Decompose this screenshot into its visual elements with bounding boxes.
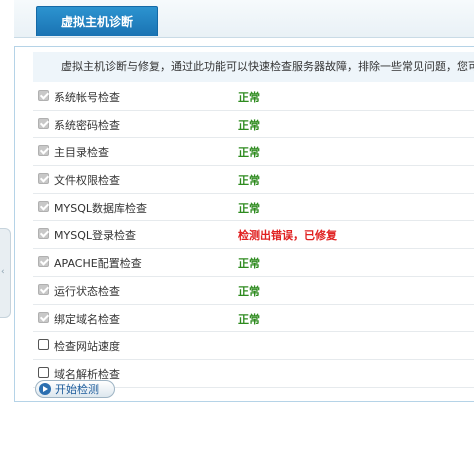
tab-title-label: 虚拟主机诊断 [60,15,133,29]
description-text: 虚拟主机诊断与修复，通过此功能可以快速检查服务器故障，排除一些常见问题，您可 [33,52,474,82]
check-row: APACHE配置检查 正常 [33,249,474,277]
check-label: 文件权限检查 [54,174,120,188]
check-label: 检查网站速度 [54,340,120,354]
chevron-left-icon: ‹ [1,267,5,277]
check-status: 正常 [238,174,260,188]
check-label: 系统密码检查 [54,118,120,132]
check-list: 系统帐号检查 正常 系统密码检查 正常 主目录检查 正常 文件权限检查 正常 M… [33,83,474,388]
check-row: 检查网站速度 [33,332,474,360]
check-label: MYSQL数据库检查 [54,201,147,215]
check-label: 绑定域名检查 [54,312,120,326]
check-row: MYSQL数据库检查 正常 [33,194,474,222]
check-status: 正常 [238,312,260,326]
check-row: 系统帐号检查 正常 [33,83,474,111]
check-checkbox[interactable] [38,117,49,129]
check-label: 主目录检查 [54,146,109,160]
check-status: 检测出错误，已修复 [238,229,337,243]
check-row: 主目录检查 正常 [33,138,474,167]
check-row: 运行状态检查 正常 [33,277,474,305]
check-checkbox[interactable] [38,200,49,212]
check-checkbox[interactable] [38,283,49,295]
side-collapse-tab[interactable]: ‹ [0,228,11,318]
diagnosis-panel: 虚拟主机诊断与修复，通过此功能可以快速检查服务器故障，排除一些常见问题，您可 系… [14,46,474,402]
check-status: 正常 [238,146,260,160]
check-checkbox[interactable] [38,173,49,185]
check-label: 运行状态检查 [54,284,120,298]
check-row: 绑定域名检查 正常 [33,305,474,333]
start-check-label: 开始检测 [55,383,99,396]
check-row: 系统密码检查 正常 [33,111,474,139]
check-status: 正常 [238,91,260,104]
tab-host-diagnosis[interactable]: 虚拟主机诊断 [36,6,158,36]
start-check-button[interactable]: 开始检测 [35,380,115,398]
play-icon [39,383,51,395]
check-checkbox[interactable] [38,311,49,323]
check-status: 正常 [238,201,260,215]
check-row: 文件权限检查 正常 [33,166,474,194]
check-checkbox[interactable] [38,145,49,157]
check-checkbox[interactable] [38,228,49,240]
check-checkbox[interactable] [38,366,49,378]
check-label: APACHE配置检查 [54,257,142,271]
check-label: 系统帐号检查 [54,91,120,104]
check-row: MYSQL登录检查 检测出错误，已修复 [33,221,474,250]
check-label: MYSQL登录检查 [54,229,136,243]
check-checkbox[interactable] [38,339,49,351]
check-status: 正常 [238,257,260,271]
check-checkbox[interactable] [38,256,49,268]
check-status: 正常 [238,284,260,298]
check-checkbox[interactable] [38,90,49,101]
header-bar: 虚拟主机诊断 [14,0,474,38]
check-status: 正常 [238,118,260,132]
